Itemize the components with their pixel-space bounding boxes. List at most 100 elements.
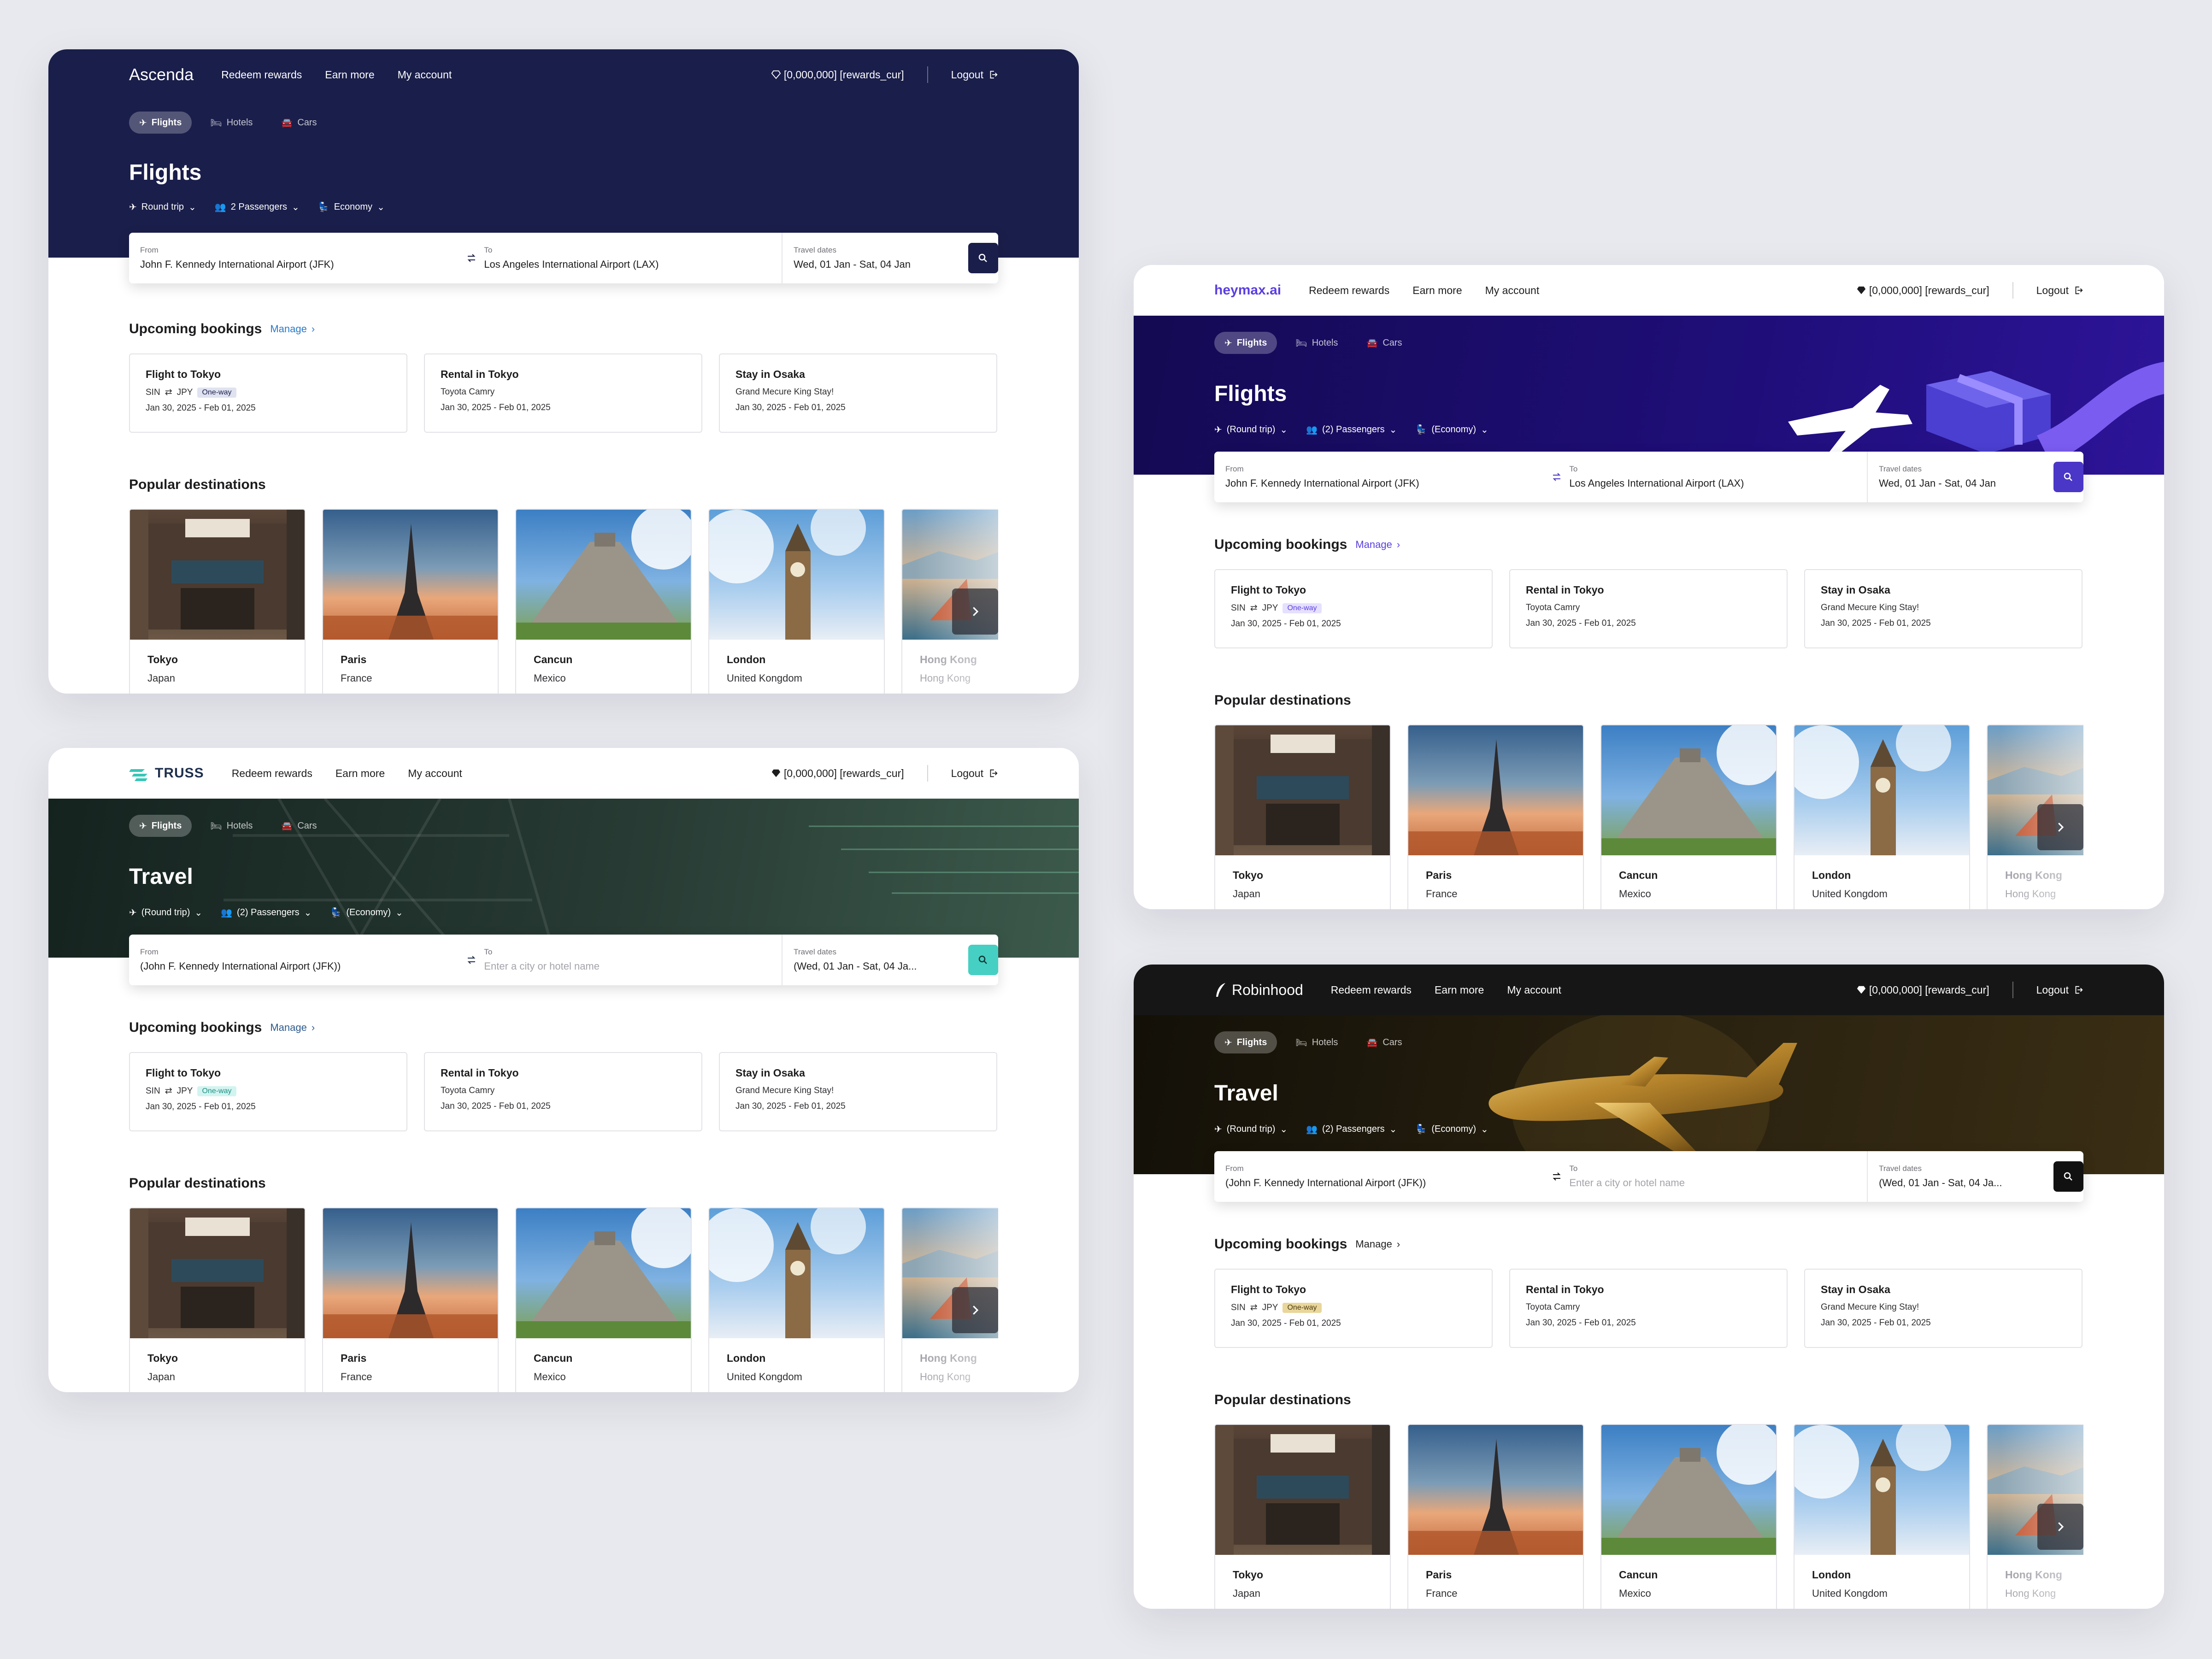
swap-icon[interactable] bbox=[459, 954, 484, 965]
booking-card-rental[interactable]: Rental in Tokyo Toyota Camry Jan 30, 202… bbox=[1509, 1269, 1788, 1348]
destination-card[interactable]: Paris France bbox=[1407, 724, 1584, 909]
destination-card[interactable]: Cancun Mexico bbox=[515, 1207, 692, 1392]
destination-card[interactable]: Paris France bbox=[322, 1207, 499, 1392]
from-field[interactable]: From (John F. Kennedy International Airp… bbox=[129, 935, 459, 985]
tab-hotels[interactable]: 🛏 Hotels bbox=[1285, 332, 1348, 354]
manage-link[interactable]: Manage › bbox=[270, 1022, 315, 1034]
to-field[interactable]: To Enter a city or hotel name bbox=[484, 935, 782, 985]
swap-icon[interactable] bbox=[459, 253, 484, 264]
search-button[interactable] bbox=[968, 243, 998, 273]
rewards-balance[interactable]: [0,000,000] [rewards_cur] bbox=[771, 69, 904, 81]
tab-flights[interactable]: ✈ Flights bbox=[129, 815, 192, 837]
truss-logo[interactable]: TRUSS bbox=[129, 765, 204, 781]
tab-cars[interactable]: 🚘 Cars bbox=[271, 112, 327, 134]
travel-dates-field[interactable]: Travel dates (Wed, 01 Jan - Sat, 04 Ja..… bbox=[782, 935, 959, 985]
cabin-class-select[interactable]: 💺 Economy ⌄ bbox=[318, 201, 385, 213]
tab-cars[interactable]: 🚘 Cars bbox=[1356, 1031, 1412, 1053]
destination-card[interactable]: London United Kongdom bbox=[708, 509, 885, 694]
travel-dates-field[interactable]: Travel dates Wed, 01 Jan - Sat, 04 Jan bbox=[1867, 452, 2044, 502]
trip-type-select[interactable]: ✈ (Round trip) ⌄ bbox=[1214, 1124, 1288, 1135]
tab-hotels[interactable]: 🛏 Hotels bbox=[1285, 1031, 1348, 1053]
booking-card-flight[interactable]: Flight to Tokyo SIN ⇄ JPY One-way Jan 30, 2… bbox=[129, 1052, 407, 1131]
passengers-select[interactable]: 👥 (2) Passengers ⌄ bbox=[1306, 1124, 1397, 1135]
booking-card-flight[interactable]: Flight to Tokyo SIN ⇄ JPY One-way Jan 30, 2… bbox=[1214, 569, 1493, 648]
destination-card[interactable]: Cancun Mexico bbox=[515, 509, 692, 694]
to-field[interactable]: To Enter a city or hotel name bbox=[1569, 1151, 1867, 1202]
swap-icon[interactable] bbox=[1544, 471, 1569, 482]
search-button[interactable] bbox=[2053, 462, 2083, 492]
swap-icon[interactable] bbox=[1544, 1171, 1569, 1182]
booking-card-stay[interactable]: Stay in Osaka Grand Mecure King Stay! Ja… bbox=[719, 353, 997, 433]
booking-card-stay[interactable]: Stay in Osaka Grand Mecure King Stay! Ja… bbox=[1804, 569, 2083, 648]
booking-card-rental[interactable]: Rental in Tokyo Toyota Camry Jan 30, 202… bbox=[424, 353, 702, 433]
travel-dates-field[interactable]: Travel dates (Wed, 01 Jan - Sat, 04 Ja..… bbox=[1867, 1151, 2044, 1202]
nav-redeem-rewards[interactable]: Redeem rewards bbox=[1331, 984, 1412, 996]
nav-earn-more[interactable]: Earn more bbox=[1435, 984, 1484, 996]
nav-redeem-rewards[interactable]: Redeem rewards bbox=[1309, 284, 1389, 297]
manage-link[interactable]: Manage › bbox=[1355, 539, 1400, 551]
destination-card[interactable]: Paris France bbox=[1407, 1424, 1584, 1609]
manage-link[interactable]: Manage › bbox=[270, 323, 315, 335]
destination-card[interactable]: Cancun Mexico bbox=[1600, 724, 1777, 909]
destination-card[interactable]: Cancun Mexico bbox=[1600, 1424, 1777, 1609]
heymax-logo[interactable]: heymax.ai bbox=[1214, 282, 1281, 298]
tab-cars[interactable]: 🚘 Cars bbox=[1356, 332, 1412, 354]
to-field[interactable]: To Los Angeles International Airport (LA… bbox=[484, 233, 782, 283]
destination-card[interactable]: Tokyo Japan bbox=[129, 1207, 306, 1392]
nav-redeem-rewards[interactable]: Redeem rewards bbox=[221, 69, 302, 81]
passengers-select[interactable]: 👥 (2) Passengers ⌄ bbox=[221, 907, 312, 918]
booking-card-stay[interactable]: Stay in Osaka Grand Mecure King Stay! Ja… bbox=[719, 1052, 997, 1131]
from-field[interactable]: From (John F. Kennedy International Airp… bbox=[1214, 1151, 1544, 1202]
nav-my-account[interactable]: My account bbox=[398, 69, 452, 81]
destination-card[interactable]: London United Kongdom bbox=[1794, 724, 1970, 909]
search-button[interactable] bbox=[968, 945, 998, 975]
booking-card-flight[interactable]: Flight to Tokyo SIN ⇄ JPY One-way Jan 30, 2… bbox=[129, 353, 407, 433]
destination-card[interactable]: Tokyo Japan bbox=[129, 509, 306, 694]
robinhood-logo[interactable]: Robinhood bbox=[1214, 982, 1303, 999]
cabin-class-select[interactable]: 💺 (Economy) ⌄ bbox=[1415, 424, 1488, 435]
manage-link[interactable]: Manage › bbox=[1355, 1238, 1400, 1250]
carousel-next-button[interactable] bbox=[952, 588, 998, 635]
destination-card[interactable]: Tokyo Japan bbox=[1214, 724, 1391, 909]
from-field[interactable]: From John F. Kennedy International Airpo… bbox=[1214, 452, 1544, 502]
to-field[interactable]: To Los Angeles International Airport (LA… bbox=[1569, 452, 1867, 502]
rewards-balance[interactable]: [0,000,000] [rewards_cur] bbox=[1856, 284, 1989, 297]
destination-card[interactable]: London United Kongdom bbox=[1794, 1424, 1970, 1609]
nav-my-account[interactable]: My account bbox=[1485, 284, 1540, 297]
logout-button[interactable]: Logout bbox=[951, 69, 998, 81]
nav-earn-more[interactable]: Earn more bbox=[325, 69, 374, 81]
tab-flights[interactable]: ✈ Flights bbox=[129, 112, 192, 134]
logout-button[interactable]: Logout bbox=[2036, 284, 2083, 297]
booking-card-stay[interactable]: Stay in Osaka Grand Mecure King Stay! Ja… bbox=[1804, 1269, 2083, 1348]
passengers-select[interactable]: 👥 (2) Passengers ⌄ bbox=[1306, 424, 1397, 435]
carousel-next-button[interactable] bbox=[2037, 1504, 2083, 1550]
cabin-class-select[interactable]: 💺 (Economy) ⌄ bbox=[1415, 1124, 1488, 1135]
logout-button[interactable]: Logout bbox=[2036, 984, 2083, 996]
destination-card[interactable]: London United Kongdom bbox=[708, 1207, 885, 1392]
tab-flights[interactable]: ✈ Flights bbox=[1214, 332, 1277, 354]
search-button[interactable] bbox=[2053, 1161, 2083, 1192]
trip-type-select[interactable]: ✈ (Round trip) ⌄ bbox=[1214, 424, 1288, 435]
cabin-class-select[interactable]: 💺 (Economy) ⌄ bbox=[330, 907, 403, 918]
carousel-next-button[interactable] bbox=[2037, 804, 2083, 850]
rewards-balance[interactable]: [0,000,000] [rewards_cur] bbox=[771, 767, 904, 780]
booking-card-rental[interactable]: Rental in Tokyo Toyota Camry Jan 30, 202… bbox=[424, 1052, 702, 1131]
tab-flights[interactable]: ✈ Flights bbox=[1214, 1031, 1277, 1053]
trip-type-select[interactable]: ✈ (Round trip) ⌄ bbox=[129, 907, 202, 918]
trip-type-select[interactable]: ✈ Round trip ⌄ bbox=[129, 201, 196, 213]
destination-card[interactable]: Tokyo Japan bbox=[1214, 1424, 1391, 1609]
nav-my-account[interactable]: My account bbox=[408, 767, 462, 780]
nav-earn-more[interactable]: Earn more bbox=[1412, 284, 1462, 297]
nav-redeem-rewards[interactable]: Redeem rewards bbox=[232, 767, 312, 780]
destination-card[interactable]: Paris France bbox=[322, 509, 499, 694]
booking-card-flight[interactable]: Flight to Tokyo SIN ⇄ JPY One-way Jan 30, 2… bbox=[1214, 1269, 1493, 1348]
from-field[interactable]: From John F. Kennedy International Airpo… bbox=[129, 233, 459, 283]
carousel-next-button[interactable] bbox=[952, 1287, 998, 1333]
tab-hotels[interactable]: 🛏 Hotels bbox=[200, 112, 263, 134]
travel-dates-field[interactable]: Travel dates Wed, 01 Jan - Sat, 04 Jan bbox=[782, 233, 959, 283]
logout-button[interactable]: Logout bbox=[951, 767, 998, 780]
nav-earn-more[interactable]: Earn more bbox=[335, 767, 385, 780]
ascenda-logo[interactable]: Ascenda bbox=[129, 65, 194, 84]
rewards-balance[interactable]: [0,000,000] [rewards_cur] bbox=[1856, 984, 1989, 996]
booking-card-rental[interactable]: Rental in Tokyo Toyota Camry Jan 30, 202… bbox=[1509, 569, 1788, 648]
